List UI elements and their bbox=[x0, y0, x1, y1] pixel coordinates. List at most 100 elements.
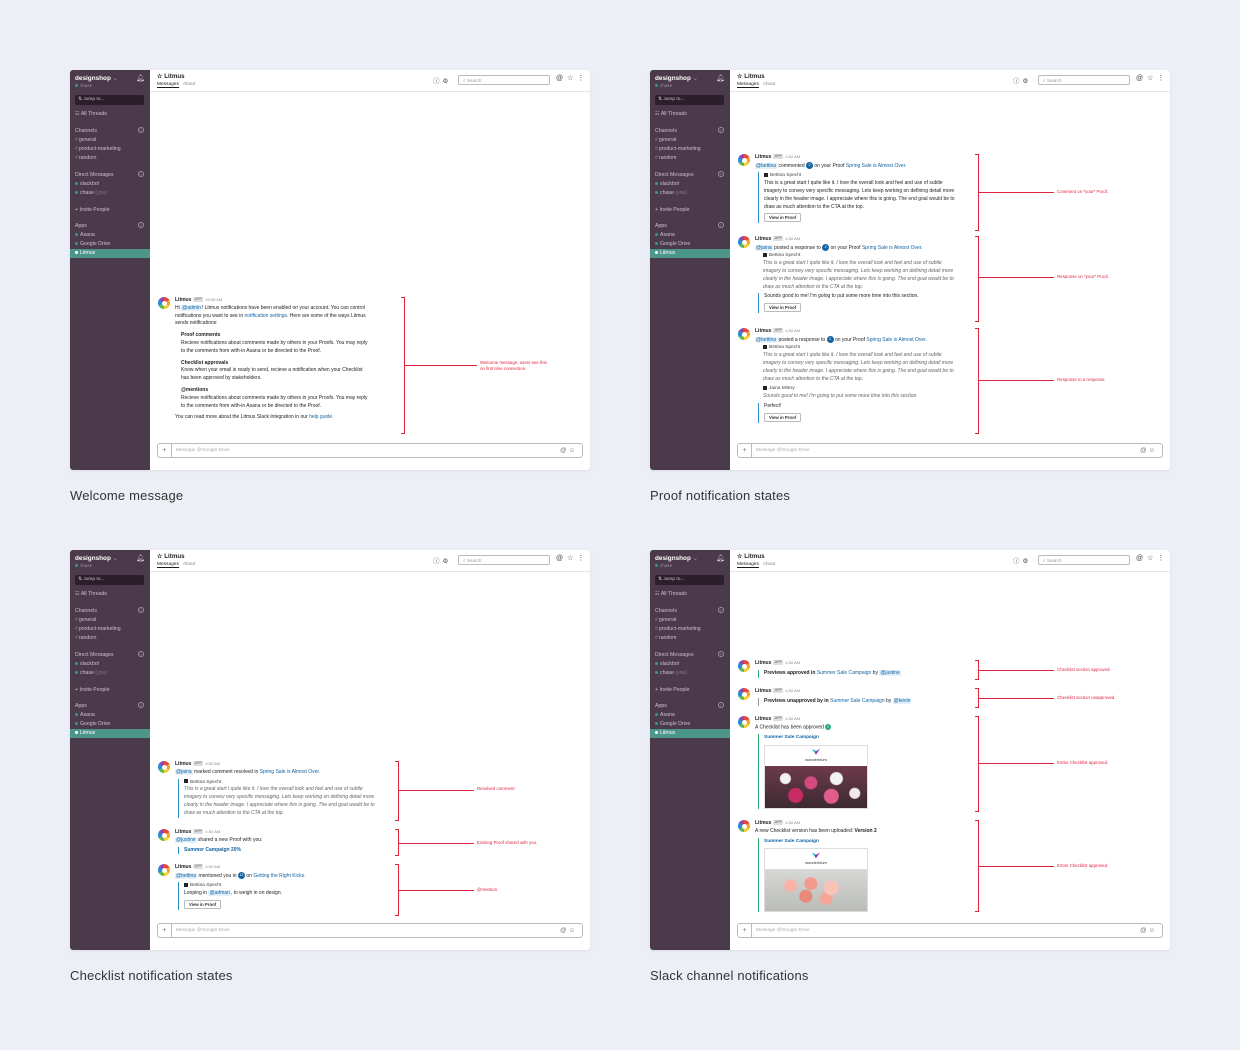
mention-user[interactable]: @bettina bbox=[175, 872, 198, 879]
view-in-proof-button[interactable]: View in Proof bbox=[764, 303, 802, 313]
view-in-proof-button[interactable]: View in Proof bbox=[764, 412, 802, 422]
search-input[interactable]: ⌕ Search bbox=[1038, 75, 1130, 85]
gear-icon[interactable]: ⚙ bbox=[1023, 558, 1029, 565]
mention-user[interactable]: @bettina bbox=[755, 336, 778, 343]
sidebar-item-slackbot[interactable]: slackbot bbox=[655, 661, 679, 667]
timestamp[interactable]: 10:08 AM bbox=[205, 297, 222, 302]
sender-name[interactable]: Litmus bbox=[755, 688, 771, 694]
dm-heading[interactable]: Direct Messages bbox=[75, 172, 114, 178]
sidebar-item-general[interactable]: #general bbox=[75, 137, 96, 143]
shared-proof-link[interactable]: Summer Campaign 20% bbox=[184, 847, 241, 853]
sender-name[interactable]: Litmus bbox=[755, 716, 771, 722]
sidebar-item-general[interactable]: #general bbox=[75, 617, 96, 623]
mention-user[interactable]: @justine bbox=[175, 836, 197, 843]
sidebar-item-random[interactable]: #random bbox=[75, 635, 96, 641]
tab-about[interactable]: About bbox=[183, 562, 196, 567]
sidebar-item-product-marketing[interactable]: #product-marketing bbox=[655, 626, 701, 632]
message-composer[interactable]: + Message @Google Drive @ ☺ bbox=[157, 923, 583, 938]
timestamp[interactable]: 4:52 AM bbox=[785, 660, 800, 665]
channels-heading[interactable]: Channels bbox=[655, 608, 677, 614]
workspace-name[interactable]: designshop ⌄ bbox=[655, 74, 698, 82]
jump-to-button[interactable]: ⇅ Jump to... bbox=[75, 95, 144, 105]
gear-icon[interactable]: ⚙ bbox=[443, 78, 449, 85]
jump-to-button[interactable]: ⇅ Jump to... bbox=[655, 575, 724, 585]
tab-about[interactable]: About bbox=[763, 562, 776, 567]
add-channel-icon[interactable]: + bbox=[138, 607, 144, 613]
info-icon[interactable]: ⓘ bbox=[1013, 78, 1020, 85]
add-app-icon[interactable]: + bbox=[718, 222, 724, 228]
add-app-icon[interactable]: + bbox=[138, 222, 144, 228]
bell-icon[interactable]: 🔔︎ bbox=[716, 74, 725, 82]
bell-icon[interactable]: 🔔︎ bbox=[716, 554, 725, 562]
invite-people-link[interactable]: + Invite People bbox=[655, 687, 689, 693]
sidebar-item-product-marketing[interactable]: #product-marketing bbox=[655, 146, 701, 152]
apps-heading[interactable]: Apps bbox=[655, 223, 667, 229]
proof-link[interactable]: Spring Sale is Almost Over. bbox=[862, 245, 923, 251]
add-dm-icon[interactable]: + bbox=[138, 171, 144, 177]
email-preview-card[interactable]: wonderblum bbox=[764, 848, 868, 913]
sidebar-item-slackbot[interactable]: slackbot bbox=[655, 181, 679, 187]
message-composer[interactable]: + Message @Google Drive @ ☺ bbox=[157, 443, 583, 458]
sidebar-item-random[interactable]: #random bbox=[655, 635, 676, 641]
info-icon[interactable]: ⓘ bbox=[1013, 558, 1020, 565]
apps-heading[interactable]: Apps bbox=[75, 703, 87, 709]
plus-icon[interactable]: + bbox=[738, 924, 752, 938]
sender-name[interactable]: Litmus bbox=[755, 820, 771, 826]
add-app-icon[interactable]: + bbox=[718, 702, 724, 708]
gear-icon[interactable]: ⚙ bbox=[1023, 78, 1029, 85]
add-channel-icon[interactable]: + bbox=[718, 127, 724, 133]
sender-name[interactable]: Litmus bbox=[175, 864, 191, 870]
plus-icon[interactable]: + bbox=[738, 444, 752, 458]
channels-heading[interactable]: Channels bbox=[75, 128, 97, 134]
sidebar-item-product-marketing[interactable]: #product-marketing bbox=[75, 146, 121, 152]
mention-user[interactable]: @justine bbox=[879, 669, 901, 676]
workspace-name[interactable]: designshop ⌄ bbox=[75, 554, 118, 562]
apps-heading[interactable]: Apps bbox=[75, 223, 87, 229]
timestamp[interactable]: 4:52 AM bbox=[205, 864, 220, 869]
apps-heading[interactable]: Apps bbox=[655, 703, 667, 709]
sender-name[interactable]: Litmus bbox=[755, 660, 771, 666]
bell-icon[interactable]: 🔔︎ bbox=[136, 74, 145, 82]
campaign-title[interactable]: Summer Sale Campaign bbox=[764, 734, 955, 742]
sidebar-item-litmus[interactable]: Litmus bbox=[70, 249, 150, 258]
sender-name[interactable]: Litmus bbox=[175, 297, 191, 303]
channels-heading[interactable]: Channels bbox=[655, 128, 677, 134]
tab-messages[interactable]: Messages bbox=[157, 562, 179, 568]
proof-link[interactable]: Spring Sale is Almost Over. bbox=[260, 769, 321, 775]
add-channel-icon[interactable]: + bbox=[718, 607, 724, 613]
invite-people-link[interactable]: + Invite People bbox=[655, 207, 689, 213]
message-composer[interactable]: + Message @Google Drive @ ☺ bbox=[737, 923, 1163, 938]
add-dm-icon[interactable]: + bbox=[718, 651, 724, 657]
sidebar-item-slackbot[interactable]: slackbot bbox=[75, 181, 99, 187]
gear-icon[interactable]: ⚙ bbox=[443, 558, 449, 565]
timestamp[interactable]: 4:52 AM bbox=[785, 688, 800, 693]
timestamp[interactable]: 4:52 AM bbox=[785, 328, 800, 333]
bell-icon[interactable]: 🔔︎ bbox=[136, 554, 145, 562]
sidebar-item-chase[interactable]: chase (you) bbox=[655, 190, 687, 196]
mention-icon[interactable]: @ bbox=[556, 555, 563, 562]
sidebar-item-litmus[interactable]: Litmus bbox=[70, 729, 150, 738]
proof-link[interactable]: Spring Sale is Almost Over. bbox=[846, 163, 907, 169]
sidebar-item-random[interactable]: #random bbox=[655, 155, 676, 161]
channel-title[interactable]: ☆ Litmus bbox=[157, 553, 185, 560]
mention-icon[interactable]: @ bbox=[1136, 75, 1143, 82]
message-composer[interactable]: + Message @Google Drive @ ☺ bbox=[737, 443, 1163, 458]
timestamp[interactable]: 4:52 AM bbox=[785, 236, 800, 241]
tab-about[interactable]: About bbox=[763, 82, 776, 87]
sidebar-item-chase[interactable]: chase (you) bbox=[655, 670, 687, 676]
dm-heading[interactable]: Direct Messages bbox=[655, 172, 694, 178]
dm-heading[interactable]: Direct Messages bbox=[75, 652, 114, 658]
email-preview-card[interactable]: wonderblum bbox=[764, 744, 868, 809]
sidebar-item-litmus[interactable]: Litmus bbox=[650, 729, 730, 738]
search-input[interactable]: ⌕ Search bbox=[1038, 555, 1130, 565]
info-icon[interactable]: ⓘ bbox=[433, 558, 440, 565]
mention-icon[interactable]: @ bbox=[1140, 927, 1147, 934]
workspace-name[interactable]: designshop ⌄ bbox=[655, 554, 698, 562]
sidebar-item-slackbot[interactable]: slackbot bbox=[75, 661, 99, 667]
view-in-proof-button[interactable]: View in Proof bbox=[184, 900, 222, 910]
sidebar-item-asana[interactable]: Asana bbox=[655, 712, 675, 718]
all-threads-item[interactable]: ☷ All Threads bbox=[655, 111, 687, 117]
sender-name[interactable]: Litmus bbox=[755, 236, 771, 242]
star-icon[interactable]: ☆ bbox=[1147, 555, 1153, 562]
add-app-icon[interactable]: + bbox=[138, 702, 144, 708]
